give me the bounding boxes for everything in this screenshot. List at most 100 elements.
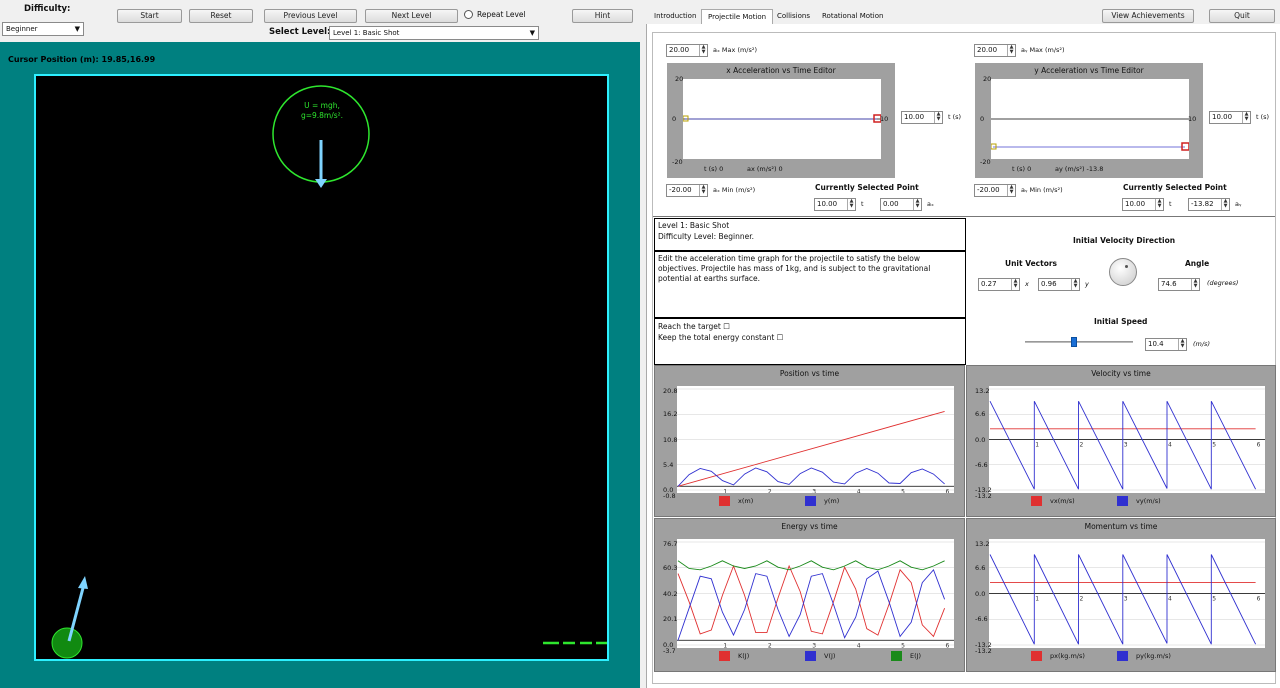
- tab-introduction[interactable]: Introduction: [648, 9, 702, 24]
- view-achievements-button[interactable]: View Achievements: [1102, 9, 1194, 23]
- x-t-spinbox[interactable]: 10.00 ▲ ▼: [901, 111, 943, 124]
- x-tick-label: 4: [1168, 596, 1172, 603]
- tab-collisions[interactable]: Collisions: [771, 9, 816, 24]
- y-t-value: 10.00: [1212, 113, 1233, 121]
- x-max-spinbox[interactable]: 20.00 ▲ ▼: [666, 44, 708, 57]
- legend-swatch: [719, 651, 730, 661]
- x-accel-editor[interactable]: x Acceleration vs Time Editor 20 0 -20 1…: [667, 63, 895, 178]
- y-selected-t-label: t: [1169, 200, 1172, 208]
- y-min-spinbox[interactable]: -20.00 ▲ ▼: [974, 184, 1016, 197]
- speed-spinbox[interactable]: 10.4 ▲ ▼: [1145, 338, 1187, 351]
- legend-item: x(m): [719, 496, 753, 506]
- x-tick-label: 4: [857, 642, 861, 648]
- playfield[interactable]: U = mgh, g=9.8m/s².: [34, 74, 609, 661]
- legend-swatch: [1031, 496, 1042, 506]
- x-selected-a-spinbox[interactable]: 0.00 ▲ ▼: [880, 198, 922, 211]
- y-selected-a-value: -13.82: [1191, 200, 1214, 208]
- legend-swatch: [805, 496, 816, 506]
- angle-label: Angle: [1185, 259, 1210, 268]
- x-tick-label: 1: [723, 488, 727, 493]
- tab-projectile-motion[interactable]: Projectile Motion: [701, 9, 774, 24]
- select-level-dropdown[interactable]: Level 1: Basic Shot ▼: [329, 26, 539, 40]
- x-tick-label: 2: [768, 488, 772, 493]
- x-t-value: 10.00: [904, 113, 925, 121]
- legend-label: K(J): [738, 652, 750, 660]
- y-selected-a-spinbox[interactable]: -13.82 ▲ ▼: [1188, 198, 1230, 211]
- x-t-label: t (s): [948, 113, 962, 121]
- previous-level-button[interactable]: Previous Level: [264, 9, 357, 23]
- y-tick-label: 20.8: [663, 387, 678, 395]
- unit-y-spinbox[interactable]: 0.96 ▲ ▼: [1038, 278, 1080, 291]
- chart-velocity-vs-time: Velocity vs time 1 2 3 4 5 6 13.2 6.6 0.0 -6.6 -13.…: [966, 365, 1276, 517]
- angle-unit: (degrees): [1207, 279, 1239, 287]
- direction-dial[interactable]: [1109, 258, 1137, 286]
- series-line-1: [677, 467, 945, 487]
- y-accel-editor[interactable]: y Acceleration vs Time Editor 20 0 -20 1…: [975, 63, 1203, 178]
- y-selected-point-label: Currently Selected Point: [1123, 183, 1227, 192]
- hint-button[interactable]: Hint: [572, 9, 633, 23]
- y-selected-t-spinbox[interactable]: 10.00 ▲ ▼: [1122, 198, 1164, 211]
- x-selected-a-value: 0.00: [883, 200, 899, 208]
- speed-slider[interactable]: [1025, 337, 1133, 347]
- difficulty-select[interactable]: Beginner ▼: [2, 22, 84, 36]
- y-t-spinbox[interactable]: 10.00 ▲ ▼: [1209, 111, 1251, 124]
- y-tick-label: 40.2: [663, 590, 678, 598]
- legend-label: E(J): [910, 652, 922, 660]
- gravity-arrow-head: [315, 179, 327, 188]
- chart-svg: 1 2 3 4 5 6: [989, 541, 1265, 646]
- x-editor-title: x Acceleration vs Time Editor: [726, 66, 836, 75]
- legend-item: vx(m/s): [1031, 496, 1075, 506]
- initial-speed-title: Initial Speed: [1094, 317, 1148, 326]
- legend-label: px(kg.m/s): [1050, 652, 1085, 660]
- repeat-level-radio[interactable]: Repeat Level: [464, 9, 544, 23]
- spin-arrows-icon: ▲ ▼: [699, 45, 707, 56]
- x-selected-t-spinbox[interactable]: 10.00 ▲ ▼: [814, 198, 856, 211]
- chart-legend: px(kg.m/s) py(kg.m/s): [967, 651, 1277, 665]
- speed-slider-handle[interactable]: [1071, 337, 1077, 347]
- difficulty-value: Beginner: [6, 25, 38, 33]
- y-tick-label: 6.6: [975, 564, 986, 572]
- unit-x-spinbox[interactable]: 0.27 ▲ ▼: [978, 278, 1020, 291]
- speed-slider-track: [1025, 341, 1133, 343]
- spin-arrows-icon: ▲ ▼: [1191, 279, 1199, 290]
- x-editor-canvas[interactable]: [682, 79, 882, 159]
- x-tick-label: 5: [901, 642, 905, 648]
- y-tick-label: 13.2: [975, 387, 990, 395]
- x-tick-label: 4: [1168, 442, 1172, 449]
- level-difficulty: Difficulty Level: Beginner.: [658, 232, 755, 241]
- x-min-spinbox[interactable]: -20.00 ▲ ▼: [666, 184, 708, 197]
- playfield-svg: [51, 85, 607, 659]
- legend-label: x(m): [738, 497, 754, 505]
- legend-item: V(J): [805, 651, 835, 661]
- y-tick-label: 20.1: [663, 615, 678, 623]
- y-editor-canvas[interactable]: [990, 79, 1190, 159]
- x-tick-label: 3: [812, 642, 816, 648]
- y-tick-label: 0.0: [975, 590, 986, 598]
- x-tick-label: 5: [901, 488, 905, 493]
- potential-formula-line1: U = mgh,: [304, 101, 340, 110]
- spin-arrows-icon: ▲ ▼: [1071, 279, 1079, 290]
- angle-spinbox[interactable]: 74.6 ▲ ▼: [1158, 278, 1200, 291]
- next-level-button[interactable]: Next Level: [365, 9, 458, 23]
- x-tick-label: 1: [723, 642, 727, 648]
- legend-swatch: [1117, 496, 1128, 506]
- unit-y-label: y: [1085, 280, 1089, 288]
- spin-arrows-icon: ▲ ▼: [1007, 185, 1015, 196]
- cursor-position: Cursor Position (m): 19.85,16.99: [8, 55, 156, 64]
- start-button[interactable]: Start: [117, 9, 182, 23]
- y-tick-label: 5.4: [663, 461, 674, 469]
- x-max-value: 20.00: [669, 46, 690, 54]
- objective-energy-constant: Keep the total energy constant ☐: [658, 333, 784, 342]
- chart-svg: 1 2 3 4 5 6: [677, 541, 954, 649]
- y-max-spinbox[interactable]: 20.00 ▲ ▼: [974, 44, 1016, 57]
- x-editor-ytick-top: 20: [675, 75, 684, 83]
- spin-arrows-icon: ▲ ▼: [1242, 112, 1250, 123]
- tab-rotational-motion[interactable]: Rotational Motion: [816, 9, 889, 24]
- legend-item: px(kg.m/s): [1031, 651, 1085, 661]
- reset-button[interactable]: Reset: [189, 9, 253, 23]
- legend-swatch: [1031, 651, 1042, 661]
- quit-button[interactable]: Quit: [1209, 9, 1275, 23]
- y-editor-svg: [990, 118, 1190, 151]
- spin-arrows-icon: ▲ ▼: [1007, 45, 1015, 56]
- y-tick-label: 6.6: [975, 410, 986, 418]
